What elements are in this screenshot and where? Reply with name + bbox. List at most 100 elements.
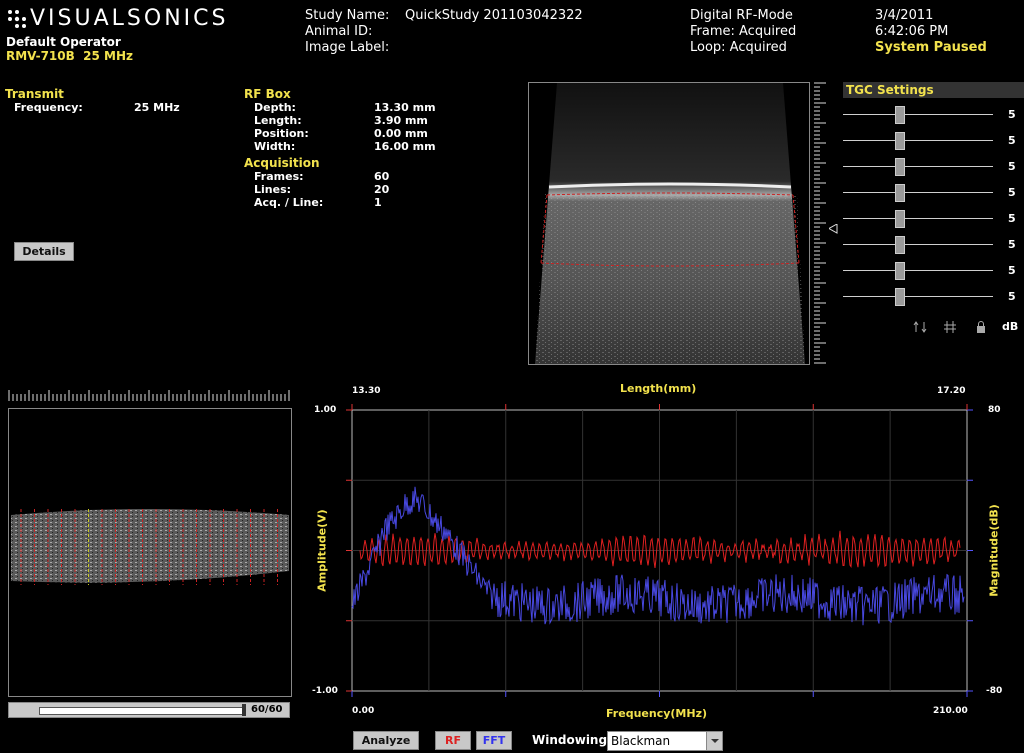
tgc-slider-track[interactable] bbox=[843, 270, 993, 271]
plot-bottom-axis-title: Frequency(MHz) bbox=[606, 707, 707, 720]
rfbox-title: RF Box bbox=[244, 87, 291, 101]
rf-toggle-button[interactable]: RF bbox=[435, 731, 471, 750]
tgc-slider-track[interactable] bbox=[843, 166, 993, 167]
tgc-slider-thumb[interactable] bbox=[895, 210, 905, 228]
rfbox-length-label: Length: bbox=[254, 114, 302, 127]
rfbox-position-value: 0.00 mm bbox=[374, 127, 428, 140]
bmode-image-graphic bbox=[535, 83, 805, 364]
tgc-slider-thumb[interactable] bbox=[895, 132, 905, 150]
frame-slider-track[interactable] bbox=[39, 707, 246, 715]
loop-status: Loop: Acquired bbox=[690, 40, 787, 55]
tgc-slider-8[interactable] bbox=[843, 288, 993, 306]
tgc-slider-track[interactable] bbox=[843, 218, 993, 219]
tgc-value: 5 bbox=[1008, 290, 1016, 303]
tgc-db-label: dB bbox=[1002, 320, 1019, 333]
acquisition-title: Acquisition bbox=[244, 156, 320, 170]
plot-left-top-label: 1.00 bbox=[314, 405, 337, 415]
plot-top-left-label: 13.30 bbox=[352, 386, 381, 396]
tgc-value: 5 bbox=[1008, 160, 1016, 173]
acq-per-line-label: Acq. / Line: bbox=[254, 196, 324, 209]
probe-name: RMV-710B 25 MHz bbox=[6, 49, 133, 63]
tgc-title: TGC Settings bbox=[843, 82, 1024, 98]
tgc-value: 5 bbox=[1008, 264, 1016, 277]
tgc-slider-5[interactable] bbox=[843, 210, 993, 228]
windowing-label: Windowing bbox=[532, 733, 608, 747]
rfbox-depth-value: 13.30 mm bbox=[374, 101, 436, 114]
rfbox-depth-label: Depth: bbox=[254, 101, 296, 114]
tgc-slider-1[interactable] bbox=[843, 106, 993, 124]
signal-plot[interactable] bbox=[340, 398, 980, 704]
bmode-image[interactable] bbox=[528, 82, 810, 365]
logo-icon bbox=[8, 10, 26, 28]
plot-bottom-left-label: 0.00 bbox=[352, 706, 375, 716]
tgc-slider-track[interactable] bbox=[843, 192, 993, 193]
rf-frame-graphic bbox=[11, 509, 289, 585]
tgc-value: 5 bbox=[1008, 108, 1016, 121]
rfbox-width-value: 16.00 mm bbox=[374, 140, 436, 153]
rfbox-length-value: 3.90 mm bbox=[374, 114, 428, 127]
frame-slider-thumb[interactable] bbox=[242, 704, 246, 716]
tgc-slider-7[interactable] bbox=[843, 262, 993, 280]
date: 3/4/2011 bbox=[875, 8, 934, 23]
tgc-slider-track[interactable] bbox=[843, 244, 993, 245]
tgc-lock-icon[interactable] bbox=[975, 320, 987, 334]
windowing-select[interactable]: Blackman bbox=[607, 731, 723, 751]
frame-slider-label: 60/60 bbox=[251, 704, 283, 715]
study-name-value: QuickStudy 201103042322 bbox=[405, 8, 583, 23]
acq-frames-value: 60 bbox=[374, 170, 390, 183]
system-status: System Paused bbox=[875, 40, 987, 55]
plot-top-right-label: 17.20 bbox=[937, 386, 966, 396]
lateral-ruler bbox=[8, 390, 290, 401]
tgc-slider-thumb[interactable] bbox=[895, 106, 905, 124]
depth-marker-icon[interactable] bbox=[829, 224, 838, 234]
rfbox-width-label: Width: bbox=[254, 140, 296, 153]
fft-toggle-button[interactable]: FFT bbox=[476, 731, 512, 750]
tgc-swap-icon[interactable] bbox=[913, 320, 927, 334]
depth-ruler bbox=[814, 82, 826, 364]
details-button[interactable]: Details bbox=[14, 242, 74, 261]
image-label-label: Image Label: bbox=[305, 40, 390, 55]
tgc-slider-thumb[interactable] bbox=[895, 184, 905, 202]
acq-lines-value: 20 bbox=[374, 183, 390, 196]
tgc-slider-3[interactable] bbox=[843, 158, 993, 176]
tgc-slider-2[interactable] bbox=[843, 132, 993, 150]
operator-name: Default Operator bbox=[6, 35, 121, 49]
tgc-value: 5 bbox=[1008, 238, 1016, 251]
acq-lines-label: Lines: bbox=[254, 183, 292, 196]
study-name-label: Study Name: bbox=[305, 8, 390, 23]
plot-left-bottom-label: -1.00 bbox=[312, 686, 338, 696]
logo-text: VISUALSONICS bbox=[30, 6, 229, 31]
plot-left-axis-title: Amplitude(V) bbox=[315, 509, 329, 592]
plot-top-axis-title: Length(mm) bbox=[620, 382, 697, 395]
tgc-slider-track[interactable] bbox=[843, 296, 993, 297]
tgc-slider-6[interactable] bbox=[843, 236, 993, 254]
plot-right-bottom-label: -80 bbox=[986, 686, 1003, 696]
tgc-slider-track[interactable] bbox=[843, 140, 993, 141]
tgc-slider-thumb[interactable] bbox=[895, 236, 905, 254]
plot-right-top-label: 80 bbox=[988, 405, 1001, 415]
tgc-value: 5 bbox=[1008, 212, 1016, 225]
time: 6:42:06 PM bbox=[875, 24, 949, 39]
tgc-align-icon[interactable] bbox=[943, 320, 957, 334]
windowing-select-value: Blackman bbox=[611, 734, 671, 748]
tgc-slider-track[interactable] bbox=[843, 114, 993, 115]
tgc-slider-thumb[interactable] bbox=[895, 288, 905, 306]
tgc-slider-thumb[interactable] bbox=[895, 262, 905, 280]
transmit-frequency-label: Frequency: bbox=[14, 101, 83, 114]
acq-frames-label: Frames: bbox=[254, 170, 304, 183]
rf-frame-image[interactable] bbox=[8, 408, 292, 697]
tgc-value: 5 bbox=[1008, 186, 1016, 199]
frame-slider[interactable]: 60/60 bbox=[8, 702, 290, 718]
transmit-frequency-value: 25 MHz bbox=[134, 101, 180, 114]
tgc-slider-4[interactable] bbox=[843, 184, 993, 202]
transmit-title: Transmit bbox=[5, 87, 64, 101]
analyze-button[interactable]: Analyze bbox=[353, 731, 419, 750]
acq-per-line-value: 1 bbox=[374, 196, 382, 209]
rfbox-position-label: Position: bbox=[254, 127, 309, 140]
tgc-value: 5 bbox=[1008, 134, 1016, 147]
mode-label: Digital RF-Mode bbox=[690, 8, 793, 23]
chevron-down-icon[interactable] bbox=[706, 732, 722, 750]
frame-status: Frame: Acquired bbox=[690, 24, 797, 39]
tgc-slider-thumb[interactable] bbox=[895, 158, 905, 176]
plot-right-axis-title: Magnitude(dB) bbox=[987, 504, 1001, 597]
